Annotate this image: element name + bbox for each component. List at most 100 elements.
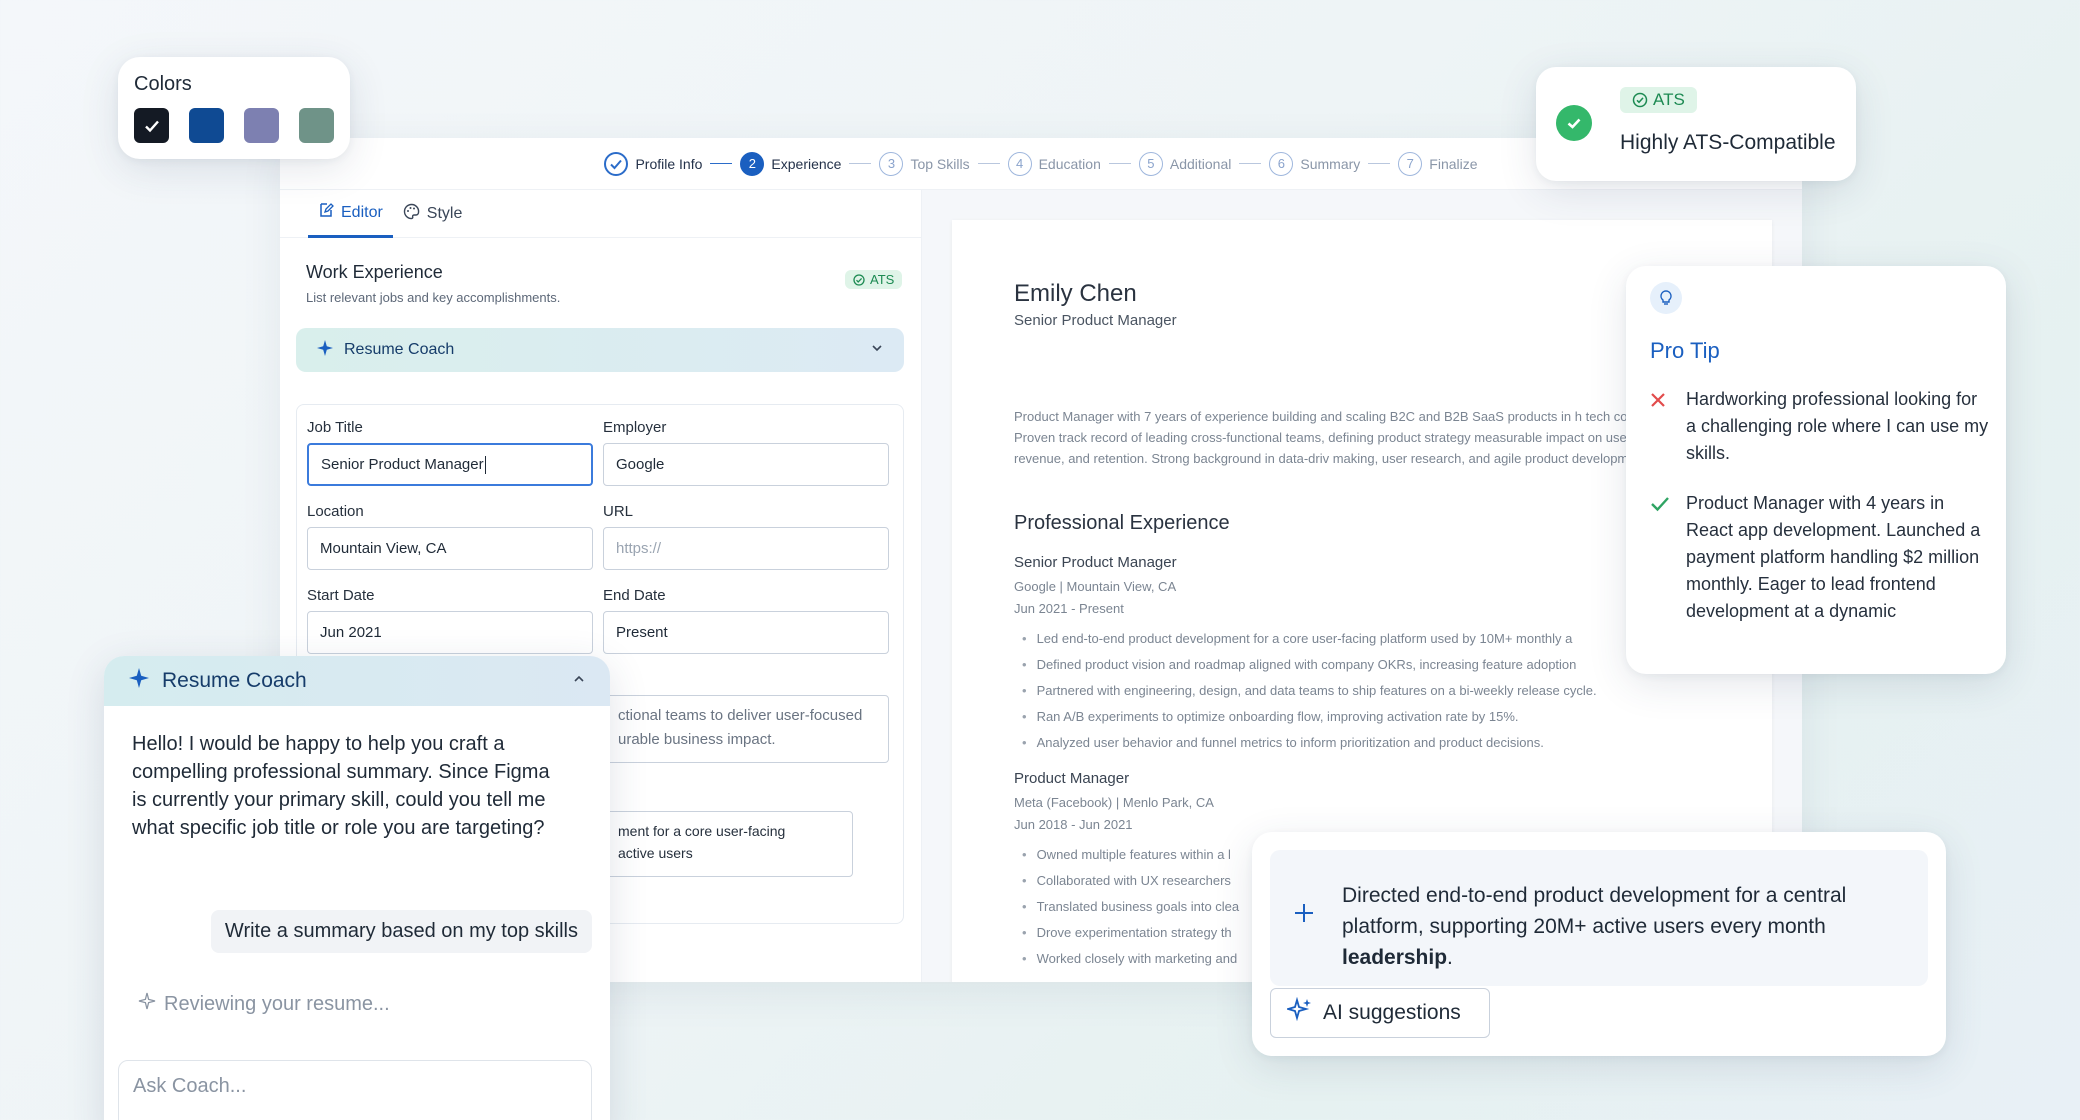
lightbulb-icon [1650,282,1682,314]
job-title-label: Job Title [307,419,363,436]
ai-suggestions-label: AI suggestions [1323,1001,1461,1024]
location-label: Location [307,503,364,520]
coach-message: Hello! I would be happy to help you craf… [132,733,550,839]
tab-label: Style [426,205,463,222]
step-label: Additional [1169,155,1232,172]
step-connector [977,162,1000,165]
employer-input[interactable]: Google [603,443,889,486]
job-title-input[interactable]: Senior Product Manager [307,443,593,486]
step-education[interactable]: 4 Education [1007,151,1101,176]
step-number: 6 [1269,151,1294,176]
step-finalize[interactable]: 7 Finalize [1398,151,1478,176]
job-dates: Jun 2021 - Present [1014,601,1124,616]
ats-badge-label: ATS [1653,90,1685,109]
description-line: urable business impact. [618,731,776,748]
step-profile-info[interactable]: Profile Info [604,151,703,176]
job-meta: Google | Mountain View, CA Jun 2021 - Pr… [1014,576,1176,620]
swatch-lavender[interactable] [244,108,279,143]
bad-example: Hardworking professional looking for a c… [1650,386,1990,467]
resume-coach-panel: Resume Coach Hello! I would be happy to … [104,656,610,1120]
check-icon [604,151,629,176]
step-connector [1368,162,1391,165]
step-number: 3 [879,151,904,176]
step-additional[interactable]: 5 Additional [1138,151,1232,176]
ask-coach-input[interactable]: Ask Coach... [118,1060,592,1120]
good-example: Product Manager with 4 years in React ap… [1650,490,1990,625]
resume-name: Emily Chen [1014,280,1137,307]
check-circle-icon [1632,92,1648,108]
step-label: Experience [771,155,842,172]
plus-icon[interactable] [1292,898,1316,930]
step-connector [1108,162,1131,165]
ats-compatibility-card: ATS Highly ATS-Compatible [1536,67,1856,181]
step-summary[interactable]: 6 Summary [1269,151,1361,176]
location-input[interactable]: Mountain View, CA [307,527,593,570]
suggestion-item[interactable]: Directed end-to-end product development … [1270,850,1928,986]
bullet-item: Partnered with engineering, design, and … [1022,678,1762,704]
check-circle-icon [1556,105,1592,141]
resume-section-heading: Professional Experience [1014,512,1230,534]
suggestion-tail: . [1447,946,1453,969]
description-line: ctional teams to deliver user-focused [618,707,863,724]
swatch-black[interactable] [134,108,169,143]
palette-icon [403,203,420,225]
sparkle-outline-icon [138,992,156,1016]
step-number: 2 [740,151,765,176]
ats-badge: ATS [845,270,903,289]
good-example-text: Product Manager with 4 years in React ap… [1686,493,1981,621]
url-label: URL [603,503,634,520]
section-title: Work Experience [306,262,443,282]
job-title-value: Senior Product Manager [321,456,484,473]
editor-tabs: Editor Style [280,190,921,238]
section-subtitle: List relevant jobs and key accomplishmen… [306,290,561,305]
step-experience[interactable]: 2 Experience [740,151,842,176]
ats-badge: ATS [1620,87,1697,113]
start-date-label: Start Date [307,587,375,604]
tab-label: Editor [341,203,383,221]
job-title: Senior Product Manager [1014,554,1177,571]
job-dates: Jun 2018 - Jun 2021 [1014,817,1133,832]
status-indicator: Reviewing your resume... [138,992,390,1016]
swatch-navy[interactable] [189,108,224,143]
bullet-item: Analyzed user behavior and funnel metric… [1022,730,1762,756]
step-label: Summary [1300,155,1361,172]
chevron-down-icon [870,341,884,360]
employer-label: Employer [603,419,667,436]
bad-example-text: Hardworking professional looking for a c… [1686,389,1989,463]
swatch-sage[interactable] [299,108,334,143]
resume-role: Senior Product Manager [1014,312,1177,329]
end-date-label: End Date [603,587,666,604]
text-caret [484,455,486,474]
step-label: Profile Info [635,155,703,172]
resume-summary: Product Manager with 7 years of experien… [1014,409,1711,466]
sparkle-icon [128,667,150,695]
check-icon [1650,490,1670,625]
end-date-input[interactable]: Present [603,611,889,654]
step-number: 5 [1138,151,1163,176]
suggestion-text: Directed end-to-end product development … [1342,880,1912,973]
step-label: Finalize [1429,155,1478,172]
user-message: Write a summary based on my top skills [210,910,592,953]
url-input[interactable]: https:// [603,527,889,570]
start-date-input[interactable]: Jun 2021 [307,611,593,654]
bullet-line: active users [618,845,693,861]
step-connector [710,162,733,165]
ai-suggestions-button[interactable]: AI suggestions [1270,988,1490,1038]
tab-style[interactable]: Style [393,190,473,238]
sparkle-icon [316,339,334,362]
colors-title: Colors [134,73,192,95]
resume-coach-toggle[interactable]: Resume Coach [296,328,904,372]
job-meta: Meta (Facebook) | Menlo Park, CA Jun 201… [1014,792,1214,836]
step-top-skills[interactable]: 3 Top Skills [879,151,970,176]
bullet-textarea[interactable]: ment for a core user-facing active users [603,811,853,877]
chevron-up-icon[interactable] [572,672,586,691]
color-swatches [134,108,334,143]
coach-header[interactable]: Resume Coach [104,656,610,706]
x-icon [1650,386,1670,467]
job-company: Google | Mountain View, CA [1014,579,1177,594]
tab-editor[interactable]: Editor [308,190,393,238]
description-textarea[interactable]: ctional teams to deliver user-focused ur… [603,695,889,763]
check-circle-icon [853,273,865,286]
colors-panel: Colors [118,57,350,159]
bullet-line: ment for a core user-facing [618,823,786,839]
